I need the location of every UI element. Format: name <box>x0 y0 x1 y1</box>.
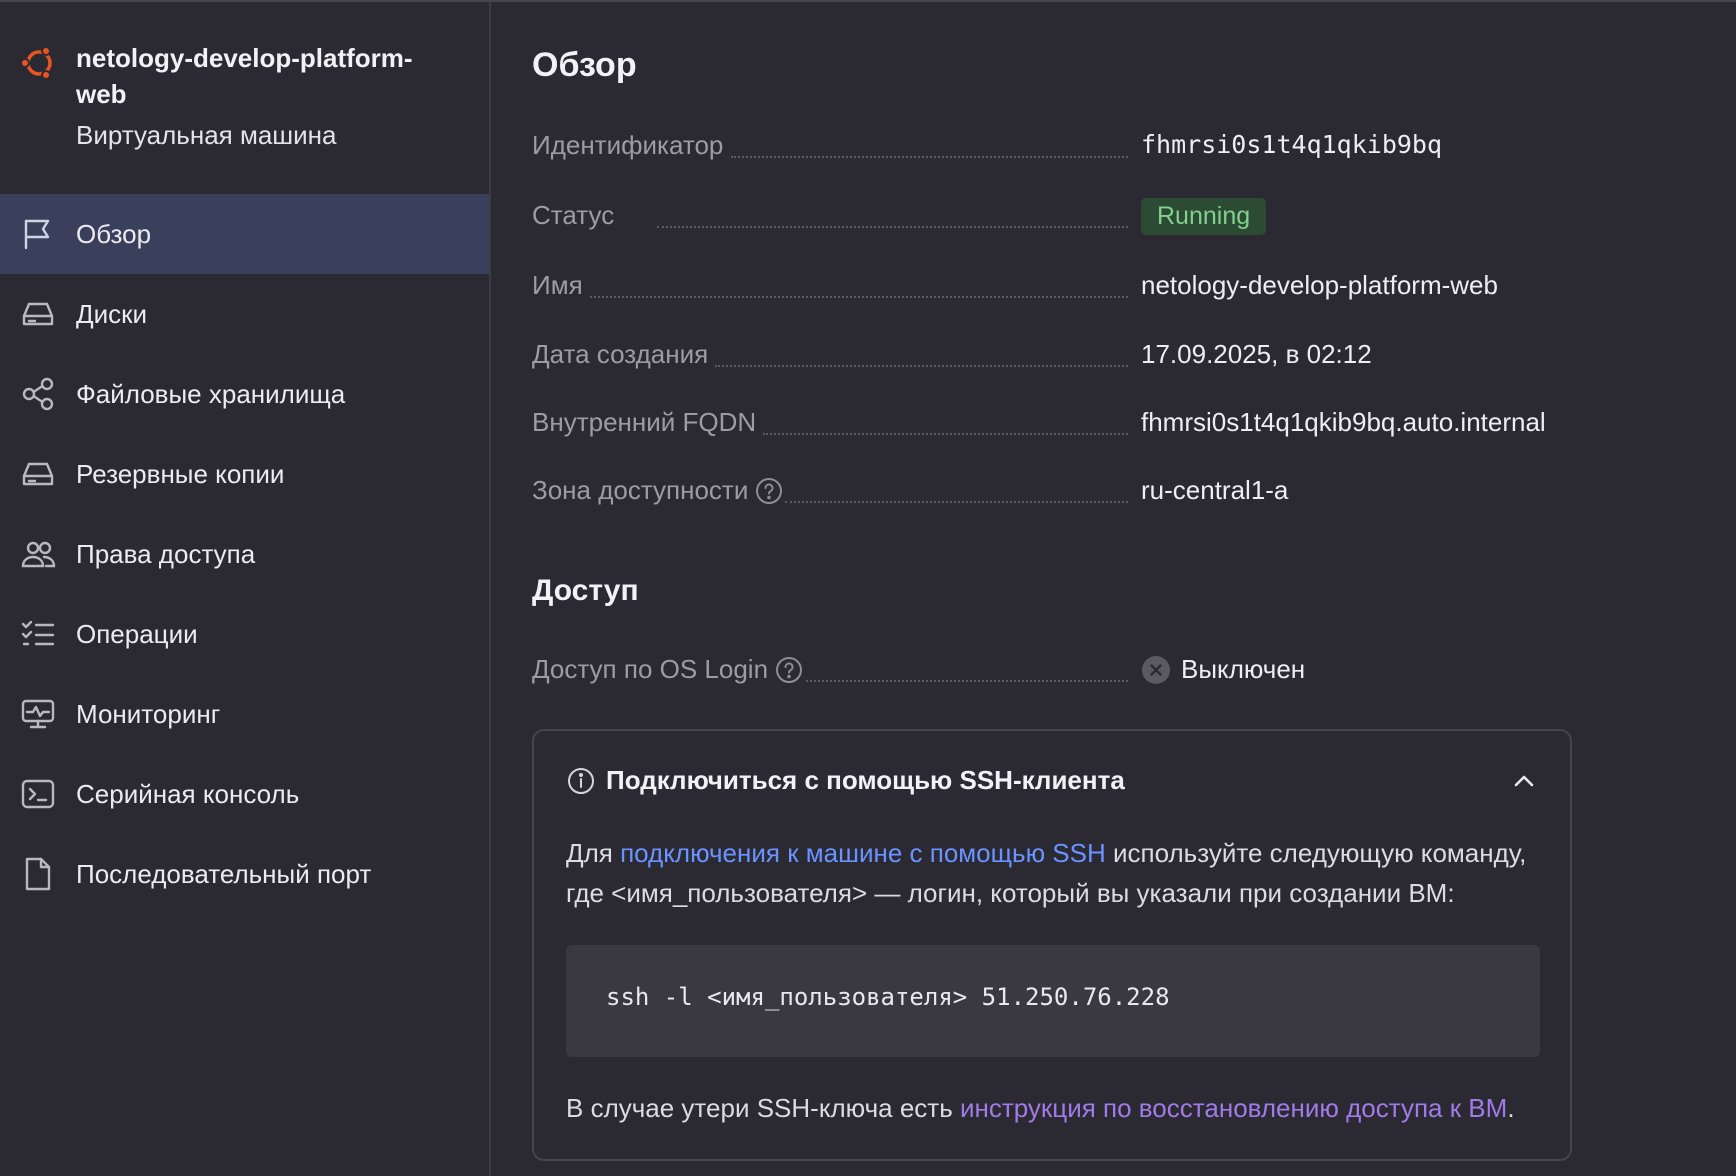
sidebar-item-serial-port[interactable]: Последовательный порт <box>0 834 489 914</box>
sidebar-item-serial-console[interactable]: Серийная консоль <box>0 754 489 834</box>
ssh-command-block[interactable]: ssh -l <имя_пользователя> 51.250.76.228 <box>566 945 1540 1057</box>
sidebar-item-access-rights[interactable]: Права доступа <box>0 514 489 594</box>
sidebar-item-operations[interactable]: Операции <box>0 594 489 674</box>
sidebar-item-file-storages[interactable]: Файловые хранилища <box>0 354 489 434</box>
info-row-os-login: Доступ по OS Login Выключен <box>532 654 1732 694</box>
ssh-guide-link[interactable]: подключения к машине с помощью SSH <box>620 838 1106 868</box>
sidebar-item-label: Операции <box>76 618 198 649</box>
info-value-created: 17.09.2025, в 02:12 <box>1141 339 1372 369</box>
sidebar-item-label: Последовательный порт <box>76 858 372 889</box>
dotted-leader <box>590 296 1128 298</box>
info-label-os-login: Доступ по OS Login <box>532 654 804 685</box>
sidebar-item-label: Обзор <box>76 218 152 249</box>
sidebar: netology-develop-platform-web Виртуальна… <box>0 2 491 1176</box>
dotted-leader <box>715 365 1128 367</box>
dotted-leader <box>763 433 1128 435</box>
ssh-connect-panel: Подключиться с помощью SSH-клиента Для п… <box>532 729 1572 1161</box>
os-login-status: Выключен <box>1141 654 1305 685</box>
info-icon <box>568 767 594 794</box>
info-value-id: fhmrsi0s1t4q1qkib9bq <box>1141 130 1443 159</box>
info-label: Идентификатор <box>532 130 724 160</box>
sidebar-item-label: Права доступа <box>76 538 256 569</box>
info-row-created: Дата создания 17.09.2025, в 02:12 <box>532 339 1732 379</box>
dotted-leader <box>657 226 1128 228</box>
backup-icon <box>22 462 54 486</box>
sidebar-item-label: Резервные копии <box>76 458 285 489</box>
chevron-up-icon[interactable] <box>1510 767 1538 795</box>
disk-icon <box>22 302 54 326</box>
info-row-zone: Зона доступности ru-central1-a <box>532 475 1732 515</box>
info-row-status: Статус Running <box>532 198 1732 240</box>
os-login-value: Выключен <box>1181 654 1306 684</box>
ssh-footer: В случае утери SSH-ключа есть инструкция… <box>566 1093 1515 1124</box>
dotted-leader <box>731 156 1128 158</box>
info-label-zone: Зона доступности <box>532 475 784 506</box>
restore-access-link[interactable]: инструкция по восстановлению доступа к В… <box>960 1093 1507 1123</box>
dotted-leader <box>785 501 1128 503</box>
dotted-leader <box>806 680 1128 682</box>
sidebar-item-label: Мониторинг <box>76 698 221 729</box>
status-badge: Running <box>1141 198 1267 235</box>
info-label: Статус <box>532 200 615 230</box>
vm-subtitle: Виртуальная машина <box>76 120 337 150</box>
sidebar-item-label: Серийная консоль <box>76 778 300 809</box>
page-title: Обзор <box>532 46 637 84</box>
ssh-panel-header[interactable]: Подключиться с помощью SSH-клиента <box>566 765 1125 796</box>
sidebar-item-label: Файловые хранилища <box>76 378 346 409</box>
ssh-panel-title: Подключиться с помощью SSH-клиента <box>606 765 1125 795</box>
sidebar-item-label: Диски <box>76 298 148 329</box>
info-value-zone: ru-central1-a <box>1141 475 1289 505</box>
flag-icon <box>24 219 50 250</box>
ssh-instructions: Для подключения к машине с помощью SSH и… <box>566 833 1546 913</box>
info-value-name: netology-develop-platform-web <box>1141 270 1498 300</box>
info-row-name: Имя netology-develop-platform-web <box>532 270 1732 310</box>
users-icon <box>21 541 56 568</box>
ssh-foot-before: В случае утери SSH-ключа есть <box>566 1093 960 1123</box>
info-label: Зона доступности <box>532 475 749 505</box>
help-icon[interactable] <box>754 476 784 506</box>
main-content: Обзор Идентификатор fhmrsi0s1t4q1qkib9bq… <box>493 2 1736 1176</box>
info-row-id: Идентификатор fhmrsi0s1t4q1qkib9bq <box>532 130 1732 170</box>
ssh-command: ssh -l <имя_пользователя> 51.250.76.228 <box>606 983 1170 1011</box>
disabled-x-icon <box>1142 655 1170 684</box>
share-icon <box>22 377 54 411</box>
info-value-fqdn: fhmrsi0s1t4q1qkib9bq.auto.internal <box>1141 407 1546 437</box>
info-label: Внутренний FQDN <box>532 407 757 437</box>
vm-title: netology-develop-platform-web <box>76 43 413 109</box>
info-label: Доступ по OS Login <box>532 654 769 684</box>
checklist-icon <box>21 620 55 646</box>
file-icon <box>25 857 51 891</box>
sidebar-item-monitoring[interactable]: Мониторинг <box>0 674 489 754</box>
ssh-foot-after: . <box>1507 1093 1515 1123</box>
info-label: Имя <box>532 270 583 300</box>
sidebar-item-disks[interactable]: Диски <box>0 274 489 354</box>
info-label: Дата создания <box>532 339 709 369</box>
info-row-fqdn: Внутренний FQDN fhmrsi0s1t4q1qkib9bq.aut… <box>532 407 1732 447</box>
terminal-icon <box>21 779 55 809</box>
ssh-text-before: Для <box>566 838 621 868</box>
access-section-title: Доступ <box>532 574 639 607</box>
sidebar-nav: Обзор Диски Файловые хранилища Резервные… <box>0 194 489 914</box>
monitor-icon <box>21 699 55 729</box>
info-value-status: Running <box>1141 198 1267 235</box>
sidebar-item-overview[interactable]: Обзор <box>0 194 489 274</box>
ubuntu-logo-icon <box>20 46 52 80</box>
sidebar-item-backups[interactable]: Резервные копии <box>0 434 489 514</box>
help-icon[interactable] <box>774 655 804 685</box>
